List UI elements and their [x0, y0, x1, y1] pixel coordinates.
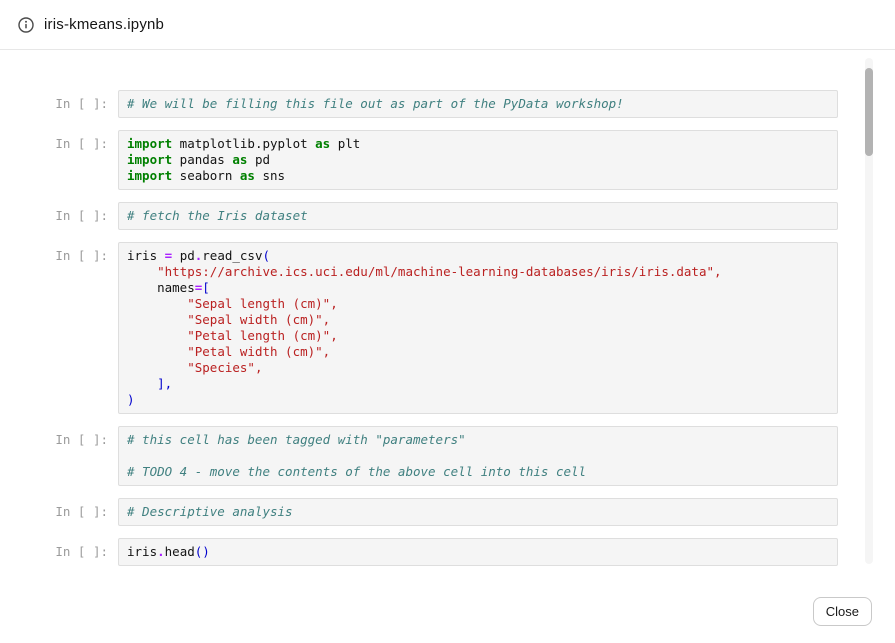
code-line: "Species",	[127, 360, 829, 376]
code-line: # Descriptive analysis	[127, 504, 829, 520]
close-button[interactable]: Close	[813, 597, 872, 626]
cell-code: iris.head()	[118, 538, 838, 566]
code-line: # TODO 4 - move the contents of the abov…	[127, 464, 829, 480]
cell-prompt: In [ ]:	[0, 426, 110, 486]
code-line: iris.head()	[127, 544, 829, 560]
code-line: )	[127, 392, 829, 408]
code-line: # fetch the Iris dataset	[127, 208, 829, 224]
code-line: iris = pd.read_csv(	[127, 248, 829, 264]
notebook-cell: In [ ]: iris.head()	[0, 538, 895, 566]
code-line: # We will be filling this file out as pa…	[127, 96, 829, 112]
cell-prompt: In [ ]:	[0, 90, 110, 118]
cell-code: # Descriptive analysis	[118, 498, 838, 526]
notebook-cell: In [ ]: import matplotlib.pyplot as plti…	[0, 130, 895, 190]
code-line: ],	[127, 376, 829, 392]
notebook-title: iris-kmeans.ipynb	[44, 16, 164, 33]
modal-header: iris-kmeans.ipynb	[0, 0, 895, 50]
code-line: "https://archive.ics.uci.edu/ml/machine-…	[127, 264, 829, 280]
code-line: "Sepal length (cm)",	[127, 296, 829, 312]
cell-code: # fetch the Iris dataset	[118, 202, 838, 230]
code-line: "Petal length (cm)",	[127, 328, 829, 344]
cell-prompt: In [ ]:	[0, 202, 110, 230]
code-line: import matplotlib.pyplot as plt	[127, 136, 829, 152]
cells: In [ ]: # We will be filling this file o…	[0, 51, 895, 566]
cell-prompt: In [ ]:	[0, 130, 110, 190]
cell-code: iris = pd.read_csv( "https://archive.ics…	[118, 242, 838, 414]
cell-prompt: In [ ]:	[0, 538, 110, 566]
code-line	[127, 448, 829, 464]
code-line: "Petal width (cm)",	[127, 344, 829, 360]
code-line: import seaborn as sns	[127, 168, 829, 184]
cell-code: # We will be filling this file out as pa…	[118, 90, 838, 118]
cell-prompt: In [ ]:	[0, 242, 110, 414]
cell-code: # this cell has been tagged with "parame…	[118, 426, 838, 486]
notebook-cell: In [ ]: # this cell has been tagged with…	[0, 426, 895, 486]
scrollbar-thumb[interactable]	[865, 68, 873, 156]
notebook-preview[interactable]: In [ ]: # We will be filling this file o…	[0, 51, 895, 571]
notebook-cell: In [ ]: iris = pd.read_csv( "https://arc…	[0, 242, 895, 414]
info-icon[interactable]	[18, 17, 34, 33]
code-line: names=[	[127, 280, 829, 296]
scrollbar-track[interactable]	[865, 58, 873, 564]
notebook-cell: In [ ]: # fetch the Iris dataset	[0, 202, 895, 230]
cell-code: import matplotlib.pyplot as pltimport pa…	[118, 130, 838, 190]
notebook-cell: In [ ]: # Descriptive analysis	[0, 498, 895, 526]
cell-prompt: In [ ]:	[0, 498, 110, 526]
code-line: import pandas as pd	[127, 152, 829, 168]
code-line: "Sepal width (cm)",	[127, 312, 829, 328]
code-line: # this cell has been tagged with "parame…	[127, 432, 829, 448]
notebook-cell: In [ ]: # We will be filling this file o…	[0, 90, 895, 118]
